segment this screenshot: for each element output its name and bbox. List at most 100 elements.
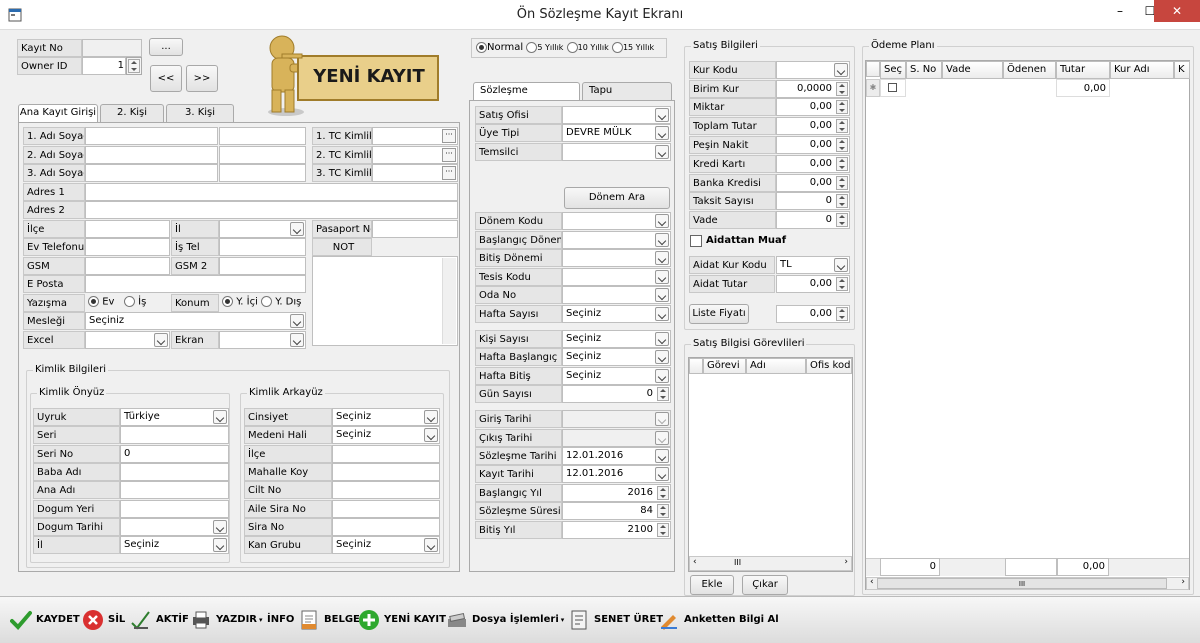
odeme-col-header[interactable]: Kur Adı (1110, 61, 1174, 79)
radio-konum-dis[interactable] (261, 296, 273, 307)
oda-no-input[interactable] (562, 286, 671, 304)
adres-2-input[interactable] (85, 201, 458, 219)
kimlik-arkayuz-input[interactable] (332, 499, 440, 518)
spinner-icon[interactable] (836, 119, 848, 133)
chevron-down-icon[interactable] (424, 410, 438, 424)
info-button[interactable]: İNFO (267, 607, 294, 633)
chevron-down-icon[interactable] (655, 350, 669, 364)
excel-select[interactable] (85, 331, 170, 349)
scroll-left-icon[interactable]: ‹ (693, 557, 697, 567)
not-scrollbar[interactable] (442, 258, 456, 344)
odeme-row-sec[interactable] (880, 79, 906, 97)
spinner-icon[interactable] (836, 307, 848, 321)
chevron-down-icon[interactable] (655, 449, 669, 463)
satis-ofisi-input[interactable] (562, 106, 671, 124)
tc-kimlik-3-input[interactable]: ··· (372, 164, 458, 182)
spinner-icon[interactable] (657, 504, 669, 518)
donem-kodu-input[interactable] (562, 212, 671, 230)
gsm-input[interactable] (85, 257, 170, 275)
scroll-right-icon[interactable]: › (844, 557, 848, 567)
tab-kisi-3[interactable]: 3. Kişi Bilgileri (166, 104, 234, 134)
kisi-sayisi-input[interactable]: Seçiniz (562, 330, 671, 348)
soyad-3-input[interactable] (219, 164, 306, 182)
ilce-input[interactable] (85, 220, 170, 238)
yeni-kayit-button[interactable]: YENİ KAYIT (358, 607, 446, 633)
spinner-icon[interactable] (836, 277, 848, 291)
eposta-input[interactable] (85, 275, 306, 293)
kimlik-arkayuz-input[interactable]: Seçiniz (332, 536, 440, 555)
adres-1-input[interactable] (85, 183, 458, 201)
scroll-right-icon[interactable]: › (1181, 577, 1185, 587)
kimlik-arkayuz-input[interactable] (332, 517, 440, 536)
radio-5-year[interactable] (526, 41, 538, 53)
chevron-down-icon[interactable] (154, 333, 168, 347)
odeme-hscrollbar[interactable]: ‹ III › (866, 577, 1189, 590)
chevron-down-icon[interactable] (655, 251, 669, 265)
satis-row-input[interactable]: 0,00 (776, 174, 850, 192)
kimlik-arkayuz-input[interactable]: Seçiniz (332, 408, 440, 426)
chevron-down-icon[interactable] (213, 538, 227, 553)
liste-fiyati-button[interactable]: Liste Fiyatı (689, 304, 749, 324)
ekle-button[interactable]: Ekle (690, 575, 734, 595)
chevron-down-icon[interactable] (655, 108, 669, 122)
chevron-down-icon[interactable] (655, 369, 669, 383)
spinner-icon[interactable] (836, 138, 848, 152)
chevron-down-icon[interactable] (655, 467, 669, 481)
hafta-bitis-input[interactable]: Seçiniz (562, 367, 671, 385)
ev-telefonu-input[interactable] (85, 238, 170, 256)
spinner-icon[interactable] (657, 387, 669, 401)
gorevliler-col-gorevi[interactable]: Görevi (703, 358, 746, 374)
kimlik-onyuz-input[interactable] (120, 517, 229, 536)
aidattan-muaf-checkbox[interactable] (690, 235, 702, 247)
kimlik-onyuz-input[interactable] (120, 426, 229, 445)
chevron-down-icon[interactable] (290, 222, 304, 236)
tab-sozlesme[interactable]: Sözleşme (473, 82, 580, 102)
aktif-button[interactable]: AKTİF (130, 607, 189, 633)
senet-uret-button[interactable]: SENET ÜRET (568, 607, 663, 633)
spinner-icon[interactable] (836, 213, 848, 227)
ekran-select[interactable] (219, 331, 306, 349)
close-button[interactable]: ✕ (1154, 0, 1200, 22)
tab-tapu[interactable]: Tapu (582, 82, 672, 100)
satis-row-input[interactable]: 0,0000 (776, 80, 850, 98)
chevron-down-icon[interactable] (213, 519, 227, 534)
kimlik-onyuz-input[interactable] (120, 481, 229, 500)
owner-id-input[interactable]: 1 (82, 57, 126, 75)
satis-row-input[interactable] (776, 61, 850, 79)
minimize-button[interactable]: – (1105, 0, 1135, 22)
odeme-col-header[interactable]: Ödenen (1003, 61, 1056, 79)
radio-yazisma-is[interactable] (123, 296, 135, 307)
pasaport-input[interactable] (372, 220, 458, 238)
chevron-down-icon[interactable] (424, 428, 438, 443)
satis-row-input[interactable]: 0,00 (776, 136, 850, 154)
kimlik-arkayuz-input[interactable] (332, 462, 440, 481)
chevron-down-icon[interactable] (655, 288, 669, 302)
bitis-donemi-input[interactable] (562, 249, 671, 267)
ellipsis-icon[interactable]: ··· (442, 166, 456, 180)
scroll-left-icon[interactable]: ‹ (870, 577, 874, 587)
il-select[interactable] (219, 220, 306, 238)
kimlik-onyuz-input[interactable] (120, 462, 229, 481)
belge-button[interactable]: BELGE (298, 607, 360, 633)
chevron-down-icon[interactable] (655, 145, 669, 159)
chevron-down-icon[interactable] (290, 314, 304, 328)
aidat-kur-kodu-select[interactable]: TL (776, 256, 850, 274)
gorevliler-col-adi[interactable]: Adı (746, 358, 806, 374)
meslegi-select[interactable]: Seçiniz (85, 312, 306, 330)
chevron-down-icon[interactable] (290, 333, 304, 347)
kimlik-arkayuz-input[interactable]: Seçiniz (332, 426, 440, 445)
kayit-no-browse-button[interactable]: ... (149, 38, 183, 56)
ellipsis-icon[interactable]: ··· (442, 129, 456, 143)
chevron-down-icon[interactable] (655, 214, 669, 228)
chevron-down-icon[interactable] (834, 258, 848, 272)
adi-2-input[interactable] (85, 146, 218, 164)
spinner-icon[interactable] (836, 176, 848, 190)
soyad-1-input[interactable] (219, 127, 306, 145)
liste-fiyati-input[interactable]: 0,00 (776, 305, 850, 323)
spinner-icon[interactable] (836, 194, 848, 208)
kaydet-button[interactable]: KAYDET (10, 607, 80, 633)
tc-kimlik-2-input[interactable]: ··· (372, 146, 458, 164)
chevron-down-icon[interactable] (655, 270, 669, 284)
owner-id-spinner[interactable] (126, 57, 142, 75)
sil-button[interactable]: SİL (82, 607, 125, 633)
